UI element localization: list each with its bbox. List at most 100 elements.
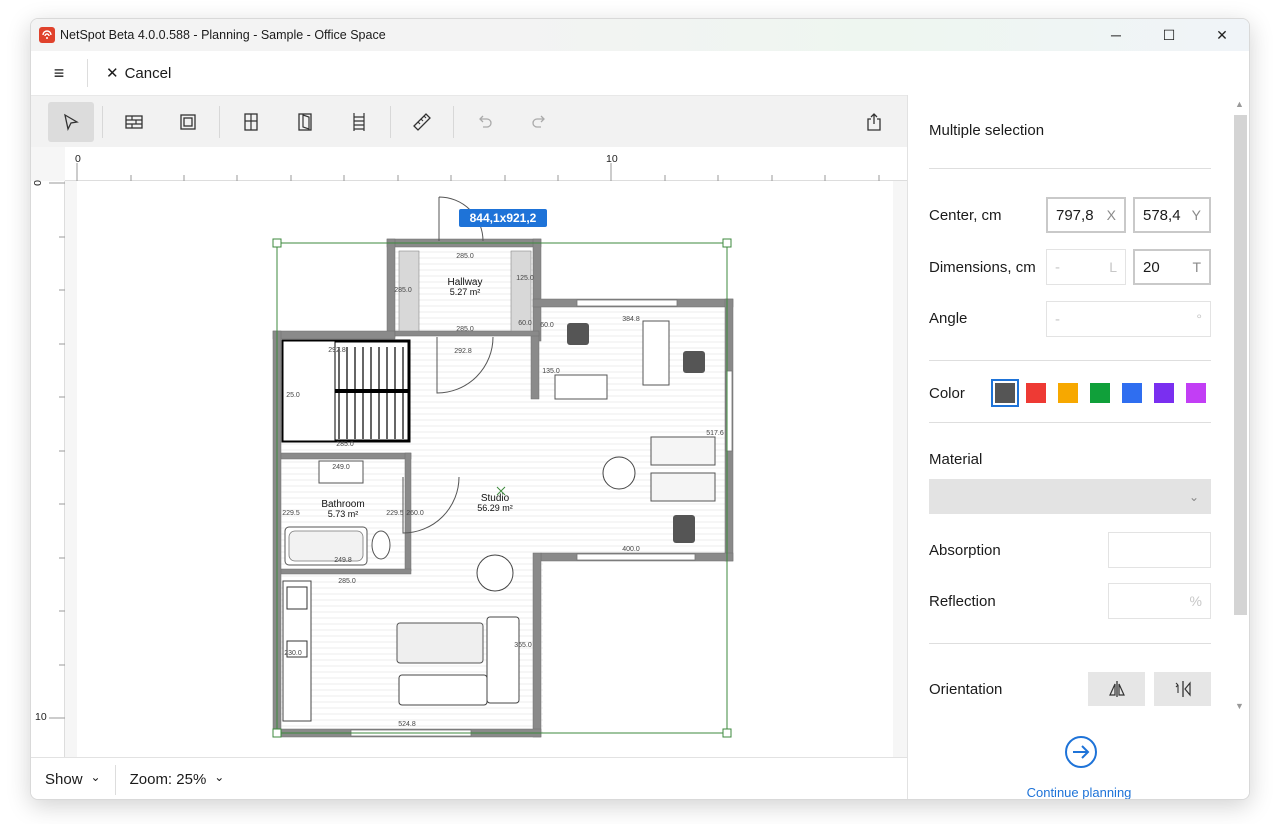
stairs-icon xyxy=(353,112,365,131)
dim-label: 285.0 xyxy=(394,287,412,294)
wall-tool-button[interactable] xyxy=(111,102,157,142)
color-swatch-purple[interactable] xyxy=(1154,383,1174,403)
color-swatch-green[interactable] xyxy=(1090,383,1110,403)
show-dropdown[interactable]: Show ⌄ xyxy=(31,770,115,789)
color-swatch-magenta[interactable] xyxy=(1186,383,1206,403)
room-area-bathroom: 5.73 m² xyxy=(328,509,359,519)
dim-label: 60.0 xyxy=(518,320,532,327)
dim-label: 524.8 xyxy=(398,721,416,728)
redo-button[interactable] xyxy=(516,102,562,142)
flip-vertical-icon xyxy=(1175,681,1191,697)
dim-label: 285.0 xyxy=(338,578,356,585)
absorption-field[interactable] xyxy=(1108,532,1211,568)
material-select[interactable]: ⌄ xyxy=(929,479,1211,514)
vertical-ruler: 0 10 xyxy=(31,180,65,757)
toolbar-divider xyxy=(453,105,454,138)
minimize-button[interactable]: ─ xyxy=(1093,19,1139,51)
dimensions-label: Dimensions, cm xyxy=(929,259,1036,276)
dim-label: 285.0 xyxy=(456,326,474,333)
ruler-label-left-0: 0 xyxy=(31,180,44,186)
dim-label: 292.8 xyxy=(328,347,346,354)
dim-label: 229.5 xyxy=(282,510,300,517)
angle-label: Angle xyxy=(929,310,968,327)
close-icon: ✕ xyxy=(106,65,119,82)
cancel-label: Cancel xyxy=(124,64,172,82)
undo-icon xyxy=(479,115,492,128)
export-button[interactable] xyxy=(851,102,897,142)
dimension-thickness-suffix: T xyxy=(1192,259,1201,275)
dim-label: 230.0 xyxy=(284,650,302,657)
toolbar-divider xyxy=(219,105,220,138)
dim-label: 285.0 xyxy=(456,253,474,260)
door-tool-button[interactable] xyxy=(282,102,328,142)
dimension-length-field[interactable]: - L xyxy=(1046,249,1126,285)
wall xyxy=(532,552,542,738)
color-swatch-orange[interactable] xyxy=(1058,383,1078,403)
panel-divider xyxy=(929,360,1211,361)
zoom-label: Zoom: 25% xyxy=(129,771,207,788)
flip-horizontal-icon xyxy=(1108,681,1125,697)
wall xyxy=(530,332,540,400)
color-swatch-red[interactable] xyxy=(1026,383,1046,403)
dim-label: 400.0 xyxy=(622,546,640,553)
title-bar: NetSpot Beta 4.0.0.588 - Planning - Samp… xyxy=(31,19,1249,51)
center-y-field[interactable]: 578,4 Y xyxy=(1133,197,1211,233)
room-tool-button[interactable] xyxy=(165,102,211,142)
panel-title: Multiple selection xyxy=(929,122,1045,139)
flip-horizontal-button[interactable] xyxy=(1088,672,1145,706)
dimension-thickness-field[interactable]: 20 T xyxy=(1133,249,1211,285)
reflection-suffix: % xyxy=(1189,593,1202,609)
reflection-field[interactable]: % xyxy=(1108,583,1211,619)
panel-scrollbar[interactable]: ▲ ▼ xyxy=(1230,95,1249,725)
close-button[interactable]: ✕ xyxy=(1199,19,1245,51)
floor-plan-drawing[interactable]: 844,1x921,2 Hallway 5.27 m² Bathroom 5.7… xyxy=(77,181,893,757)
window-pane-icon xyxy=(244,112,258,131)
color-swatch-gray[interactable] xyxy=(991,379,1019,407)
select-tool-button[interactable] xyxy=(48,101,94,142)
maximize-button[interactable]: ☐ xyxy=(1146,19,1192,51)
center-y-suffix: Y xyxy=(1191,207,1201,223)
stairs-tool-button[interactable] xyxy=(336,102,382,142)
panel-divider xyxy=(929,643,1211,644)
cancel-button[interactable]: ✕ Cancel xyxy=(106,64,172,83)
measure-tool-button[interactable] xyxy=(399,102,445,142)
scrollbar-thumb[interactable] xyxy=(1234,115,1247,615)
hamburger-menu-icon[interactable]: ≡ xyxy=(31,51,87,95)
ruler-label-left-10: 10 xyxy=(35,711,47,723)
menu-bar: ≡ ✕ Cancel xyxy=(31,51,1249,95)
color-label: Color xyxy=(929,385,965,402)
plan-canvas[interactable]: 0 10 0 10 844,1x921,2 Hallway 5.27 m² Ba… xyxy=(31,147,907,757)
dim-label: 292.8 xyxy=(454,348,472,355)
zoom-dropdown[interactable]: Zoom: 25% ⌄ xyxy=(116,770,239,789)
door-icon xyxy=(298,112,312,131)
room-icon xyxy=(180,113,196,130)
room-area-studio: 56.29 m² xyxy=(477,503,513,513)
window-tool-button[interactable] xyxy=(228,102,274,142)
dimension-thickness-value: 20 xyxy=(1143,258,1160,276)
orientation-label: Orientation xyxy=(929,681,1003,698)
dim-label: 517.6 xyxy=(706,430,724,437)
center-x-field[interactable]: 797,8 X xyxy=(1046,197,1126,233)
status-bar: Show ⌄ Zoom: 25% ⌄ xyxy=(31,757,907,799)
scroll-down-arrow-icon[interactable]: ▼ xyxy=(1235,701,1244,711)
center-x-suffix: X xyxy=(1106,207,1116,223)
undo-button[interactable] xyxy=(462,102,508,142)
menu-divider xyxy=(87,59,88,87)
continue-planning-link[interactable]: Continue planning xyxy=(929,785,1229,799)
dimension-length-suffix: L xyxy=(1109,259,1117,275)
wall xyxy=(280,452,412,460)
selection-size-text: 844,1x921,2 xyxy=(470,211,537,225)
material-label: Material xyxy=(929,451,983,468)
dim-label: 285.0 xyxy=(336,441,354,448)
color-swatch-blue[interactable] xyxy=(1122,383,1142,403)
dim-label: 135.0 xyxy=(542,368,560,375)
center-y-value: 578,4 xyxy=(1143,206,1181,224)
angle-field[interactable]: - ° xyxy=(1046,301,1211,337)
arrow-right-circle-icon[interactable] xyxy=(1064,735,1098,769)
app-window: NetSpot Beta 4.0.0.588 - Planning - Samp… xyxy=(30,18,1250,800)
scroll-up-arrow-icon[interactable]: ▲ xyxy=(1235,99,1244,109)
window-title: NetSpot Beta 4.0.0.588 - Planning - Samp… xyxy=(60,28,386,42)
flip-vertical-button[interactable] xyxy=(1154,672,1211,706)
pointer-icon xyxy=(64,113,79,131)
dim-label: 25.0 xyxy=(286,392,300,399)
